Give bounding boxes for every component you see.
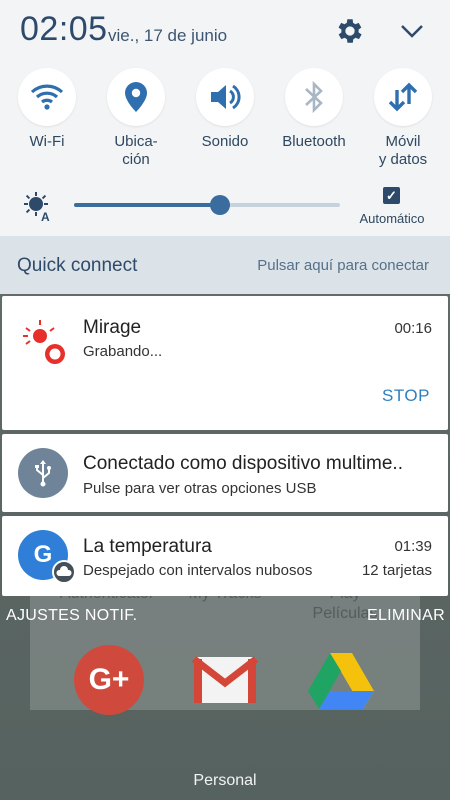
notification-time: 00:16 — [394, 320, 432, 337]
notification-card-count: 12 tarjetas — [361, 562, 432, 579]
qs-tile-mobile-data[interactable]: Móvil y datos — [359, 68, 447, 169]
quick-connect-hint: Pulsar aquí para conectar — [257, 257, 429, 274]
qs-tile-wifi[interactable]: Wi-Fi — [3, 68, 91, 151]
location-icon — [125, 82, 147, 112]
qs-label-bluetooth: Bluetooth — [282, 133, 346, 150]
notification-text: Pulse para ver otras opciones USB — [83, 480, 317, 497]
notification-text: Grabando... — [83, 343, 163, 360]
google-plus-app-icon[interactable]: G+ — [74, 645, 144, 715]
qs-label-location: Ubica- ción — [114, 133, 158, 168]
notification-mirage[interactable]: Mirage Grabando... 00:16 STOP — [2, 296, 448, 430]
qs-tile-location[interactable]: Ubica- ción — [92, 68, 180, 169]
gmail-app-icon[interactable] — [190, 645, 260, 715]
quick-connect-bar[interactable]: Quick connect Pulsar aquí para conectar — [0, 236, 450, 294]
notification-title: Mirage — [83, 317, 142, 338]
auto-brightness-checkbox[interactable]: ✓ — [383, 187, 400, 204]
notification-time: 01:39 — [394, 538, 432, 555]
svg-text:A: A — [41, 210, 50, 222]
notification-weather[interactable]: G La temperatura Despejado con intervalo… — [2, 516, 448, 596]
clear-all-button[interactable]: ELIMINAR — [367, 607, 445, 625]
google-drive-app-icon[interactable] — [306, 645, 376, 715]
notification-title: Conectado como dispositivo multime.. — [83, 453, 403, 474]
brightness-slider-thumb[interactable] — [210, 195, 231, 215]
gear-icon[interactable] — [334, 15, 366, 47]
notification-settings-button[interactable]: AJUSTES NOTIF. — [6, 607, 137, 625]
qs-tile-sound[interactable]: Sonido — [181, 68, 269, 151]
qs-label-wifi: Wi-Fi — [29, 133, 65, 150]
qs-tile-bluetooth[interactable]: Bluetooth — [270, 68, 358, 151]
usb-icon — [18, 448, 68, 498]
recording-icon — [23, 320, 65, 364]
brightness-auto-icon: A — [24, 192, 50, 222]
notification-text: Despejado con intervalos nubosos — [83, 562, 313, 579]
qs-label-mobile-data: Móvil y datos — [378, 133, 428, 168]
sound-icon — [211, 84, 241, 110]
quick-connect-title: Quick connect — [17, 255, 138, 276]
status-date: vie., 17 de junio — [108, 26, 228, 45]
stop-button[interactable]: STOP — [382, 386, 430, 406]
qs-label-sound: Sonido — [201, 133, 249, 150]
bluetooth-icon — [305, 80, 323, 114]
home-dock-label: Personal — [193, 772, 257, 789]
cloud-badge-icon — [52, 560, 76, 584]
brightness-slider-fill — [74, 203, 221, 207]
wifi-icon — [30, 84, 64, 110]
chevron-down-icon[interactable] — [398, 20, 426, 42]
notification-title: La temperatura — [83, 536, 212, 557]
mobile-data-icon — [388, 82, 418, 112]
status-time: 02:05 — [20, 10, 108, 48]
notification-usb[interactable]: Conectado como dispositivo multime.. Pul… — [2, 434, 448, 512]
auto-brightness-label: Automático — [359, 211, 425, 226]
brightness-slider[interactable] — [74, 195, 340, 215]
quick-settings-row: Wi-Fi Ubica- ción Sonido Bluetooth Móvil… — [0, 68, 450, 178]
notification-shade: 02:05 vie., 17 de junio Wi-Fi Ubica- ció… — [0, 0, 450, 236]
